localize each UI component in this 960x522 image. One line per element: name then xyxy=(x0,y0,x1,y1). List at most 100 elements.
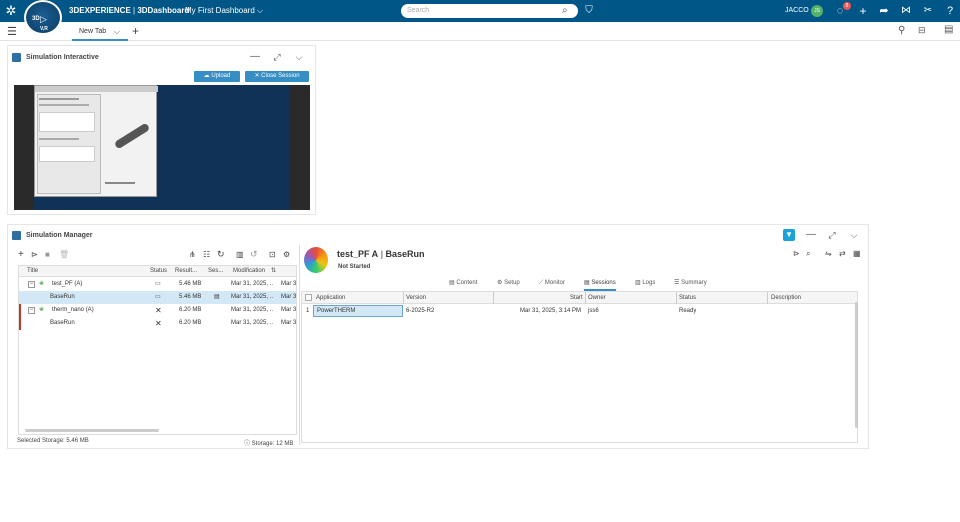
minimize-icon[interactable]: — xyxy=(805,230,817,240)
chevron-down-icon: ⌵ xyxy=(257,6,264,15)
maximize-icon[interactable]: ⤢ xyxy=(826,230,838,240)
close-session-button[interactable]: ✕ Close Session xyxy=(245,71,309,82)
tab-summary[interactable]: ☰ Summary xyxy=(674,277,707,289)
hierarchy-icon[interactable]: ⋔ xyxy=(189,250,196,259)
avatar[interactable]: JS xyxy=(811,5,823,17)
application-cell[interactable]: PowerTHERM xyxy=(313,305,403,317)
remote-line xyxy=(39,98,79,100)
compass[interactable]: 3D ▷ V,R xyxy=(24,0,62,35)
network-icon[interactable]: ⋈ xyxy=(898,0,914,22)
tab-new-tab[interactable]: New Tab ⌵ xyxy=(72,22,128,41)
settings-icon[interactable]: ⚙ xyxy=(283,250,290,259)
filter-icon[interactable]: ▼ xyxy=(783,229,795,241)
table-row[interactable]: − ❀ therm_nano (A) ✕ 6.20 MB Mar 31, 202… xyxy=(19,304,296,317)
add-tab-button[interactable]: + xyxy=(132,24,139,38)
logs-icon: ▥ xyxy=(635,280,641,286)
add-icon[interactable]: + xyxy=(855,0,871,22)
play-icon[interactable]: ⊳ xyxy=(31,250,38,259)
help-icon[interactable]: ? xyxy=(942,0,958,22)
session-icon[interactable]: ▤ xyxy=(214,291,220,304)
status-icon: ▭ xyxy=(155,294,161,300)
undo-icon[interactable]: ↺ xyxy=(250,249,258,260)
widget-icon xyxy=(12,53,21,62)
upload-button[interactable]: ☁ Upload xyxy=(194,71,240,82)
collapse-icon[interactable]: − xyxy=(28,281,35,288)
widget-title: Simulation Interactive xyxy=(26,54,99,61)
col-owner[interactable]: Owner xyxy=(588,292,606,304)
simulation-icon: ❀ xyxy=(39,281,45,287)
remote-3d-part xyxy=(113,122,151,150)
detail-tabs: ▤ Content ⚙ Setup ⟋ Monitor ▤ Sessions ▥… xyxy=(304,277,859,291)
sync-icon[interactable]: ⇄ xyxy=(839,249,846,258)
table-row[interactable]: BaseRun ▭ 5.46 MB ▤ Mar 31, 2025, ... Ma… xyxy=(19,291,296,304)
col-session[interactable]: Ses... xyxy=(208,266,223,276)
share-icon[interactable]: ➦ xyxy=(876,0,892,22)
remote-app-window[interactable] xyxy=(34,85,158,197)
search-input[interactable]: Search xyxy=(401,4,578,18)
info-icon: ⓘ xyxy=(244,441,252,447)
col-divider xyxy=(403,292,404,304)
sort-icon[interactable]: ☷ xyxy=(203,250,210,259)
simulation-manager-widget: Simulation Manager ▼ — ⤢ ⌵ + ⊳ ■ 🗑︎ ⋔ ☷ … xyxy=(7,224,869,449)
maximize-icon[interactable]: ⤢ xyxy=(271,52,283,62)
play-icon[interactable]: ⊳ xyxy=(793,249,800,258)
col-modification[interactable]: Modification xyxy=(233,266,265,276)
tab-content[interactable]: ▤ Content xyxy=(449,277,477,289)
chevron-down-icon[interactable]: ⌵ xyxy=(848,230,860,240)
brand: 3DEXPERIENCE | 3DDashboard xyxy=(69,6,190,15)
collapse-icon[interactable]: − xyxy=(28,307,35,314)
col-status[interactable]: Status xyxy=(150,266,167,276)
tab-logs[interactable]: ▥ Logs xyxy=(635,277,655,289)
add-icon[interactable]: + xyxy=(18,249,24,260)
status-icon: ✕ xyxy=(155,319,162,328)
tab-monitor[interactable]: ⟋ Monitor xyxy=(539,277,565,289)
summary-icon: ☰ xyxy=(674,280,680,286)
zoom-search-icon[interactable]: ⚲ xyxy=(898,25,905,36)
horizontal-scrollbar[interactable] xyxy=(25,429,159,432)
table-row[interactable]: BaseRun ✕ 6.20 MB Mar 31, 2025, ... Mar … xyxy=(19,317,296,330)
chevron-down-icon[interactable]: ⌵ xyxy=(293,52,305,62)
menu-icon[interactable]: ☰ xyxy=(7,25,17,38)
col-version[interactable]: Version xyxy=(406,292,426,304)
select-all-checkbox[interactable] xyxy=(305,294,312,301)
sessions-icon: ▤ xyxy=(584,280,590,286)
remote-form xyxy=(39,146,95,162)
export-icon[interactable]: ⊡ xyxy=(269,250,276,259)
col-description[interactable]: Description xyxy=(771,292,801,304)
col-application[interactable]: Application xyxy=(316,292,345,304)
dashboard-name[interactable]: My First Dashboard ⌵ xyxy=(185,6,263,16)
remote-titlebar xyxy=(35,86,158,92)
table-row[interactable]: − ❀ test_PF (A) ▭ 5.46 MB Mar 31, 2025, … xyxy=(19,278,296,291)
vertical-scrollbar[interactable] xyxy=(855,302,858,428)
splitter[interactable] xyxy=(299,245,300,445)
table-row[interactable]: 1 PowerTHERM 6-2025-R2 Mar 31, 2025, 3:1… xyxy=(302,305,857,318)
col-start[interactable]: Start xyxy=(570,292,583,304)
calendar-icon[interactable]: ▦ xyxy=(853,249,861,258)
search-icon[interactable]: ⌕ xyxy=(562,4,568,18)
view-toggle-icon[interactable]: ⊟ xyxy=(918,25,926,36)
3ds-logo-icon[interactable]: ✲ xyxy=(3,0,19,22)
remote-line xyxy=(39,104,89,106)
refresh-icon[interactable]: ↻ xyxy=(217,249,225,260)
col-divider xyxy=(493,292,494,304)
search-icon[interactable]: ⌕ xyxy=(806,249,810,259)
tag-icon[interactable]: ⛉ xyxy=(581,0,597,22)
col-result[interactable]: Result... xyxy=(175,266,197,276)
tab-sessions[interactable]: ▤ Sessions xyxy=(584,277,616,291)
compare-icon[interactable]: ⇋ xyxy=(825,249,832,258)
sort-icon[interactable]: ⇅ xyxy=(271,266,276,276)
tools-icon[interactable]: ✂ xyxy=(920,0,936,22)
chevron-down-icon[interactable]: ⌵ xyxy=(114,27,120,37)
sessions-table: Application Version Start Owner Status D… xyxy=(301,291,858,443)
detail-title: test_PF A | BaseRun xyxy=(337,249,425,259)
tree-header: Title Status Result... Ses... Modificati… xyxy=(19,266,296,277)
delete-icon[interactable]: 🗑︎ xyxy=(59,250,69,259)
minimize-icon[interactable]: — xyxy=(249,52,261,62)
comment-icon[interactable]: ▤ xyxy=(944,24,953,35)
tab-setup[interactable]: ⚙ Setup xyxy=(497,277,520,289)
stop-icon[interactable]: ■ xyxy=(45,250,50,259)
col-status[interactable]: Status xyxy=(679,292,696,304)
col-title[interactable]: Title xyxy=(27,266,38,276)
remote-viewport[interactable] xyxy=(14,85,310,210)
database-icon[interactable]: ▥ xyxy=(236,250,244,259)
